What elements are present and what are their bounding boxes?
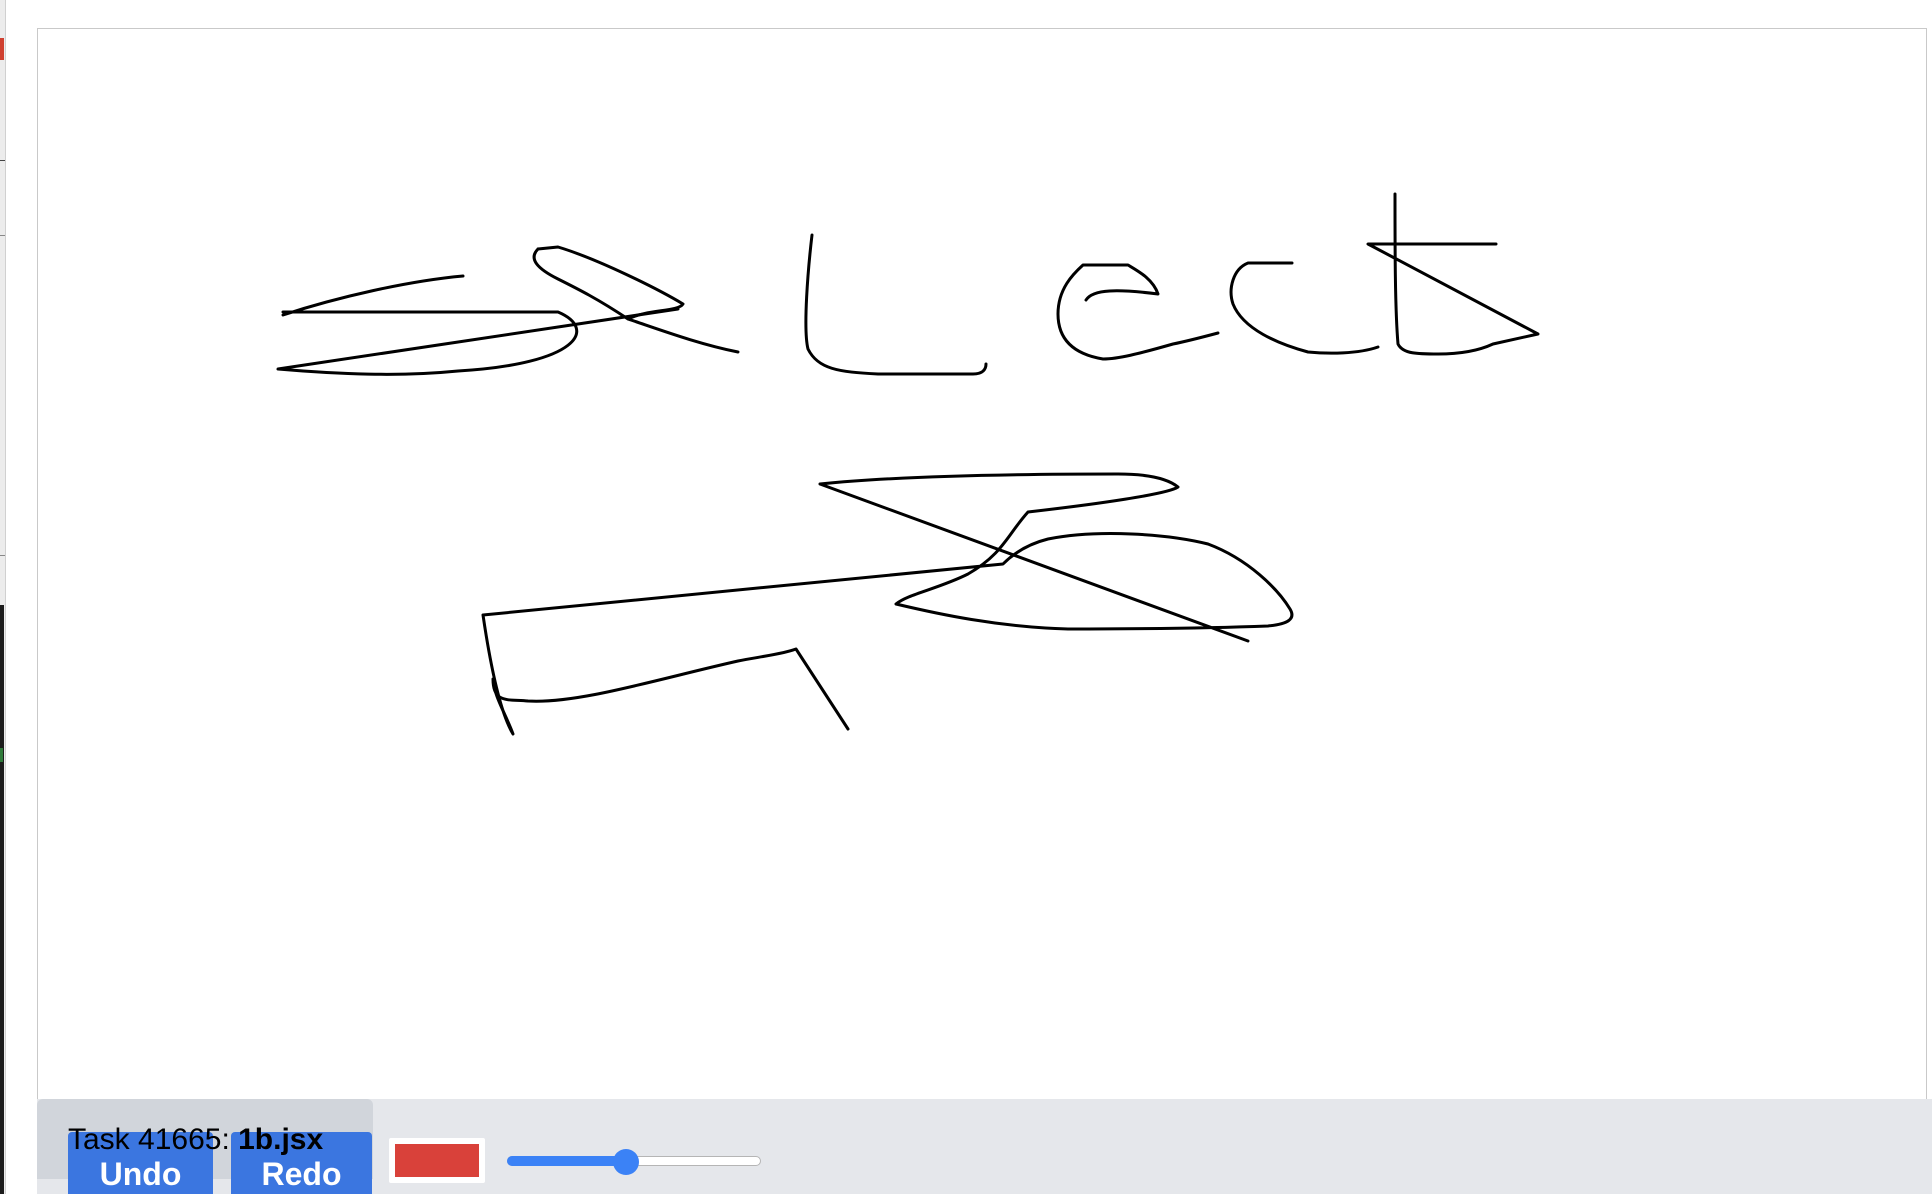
bottom-toolbar: Undo Redo Task 41665: 1b.jsx [37,1099,1932,1194]
background-divider [0,555,5,556]
task-filename: 1b.jsx [238,1123,324,1156]
slider-fill [507,1156,626,1166]
color-swatch [395,1144,479,1177]
drawing-canvas[interactable] [37,28,1927,1100]
stroke-width-slider[interactable] [507,1149,763,1175]
sketch-stroke [532,245,740,354]
task-prefix: Task 41665: [68,1123,239,1156]
sketch-stroke [1056,263,1220,361]
background-terminal [0,605,4,1194]
sketch-stroke [276,274,680,376]
background-window-edge [0,0,6,1194]
background-divider [0,160,5,161]
sketch-stroke [1229,261,1380,355]
sketch-stroke [1366,192,1540,356]
app-window: Undo Redo Task 41665: 1b.jsx [0,0,1932,1194]
task-title: Task 41665: 1b.jsx [68,1123,323,1157]
sketch-stroke [481,472,1294,736]
slider-thumb[interactable] [613,1149,639,1175]
sketch-layer [276,192,1540,736]
color-picker[interactable] [389,1138,485,1183]
background-window-mark [0,38,4,60]
background-indicator [0,748,3,762]
sketch-stroke [804,233,988,376]
background-divider [0,235,5,236]
